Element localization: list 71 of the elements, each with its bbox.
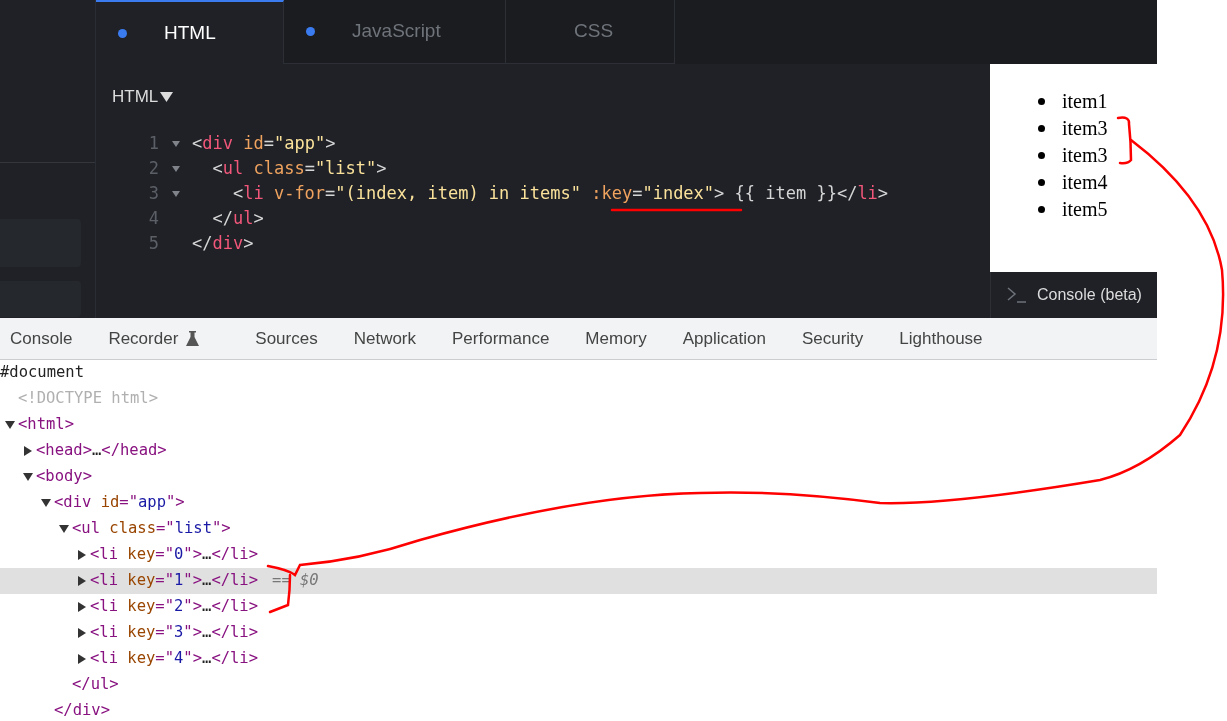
code-line: <li v-for="(index, item) in items" :key="index"> {{ item }}</li> [231, 182, 889, 206]
dom-root-text: #document [0, 362, 84, 384]
line-number: 3 [147, 182, 159, 206]
devtools-tab[interactable]: Lighthouse [881, 325, 1001, 352]
devtools-tab[interactable]: Memory [567, 325, 665, 352]
dom-node-text: <li key="2">…</li> [90, 596, 259, 618]
expanded-arrow-icon[interactable] [59, 524, 69, 534]
expanded-arrow-icon[interactable] [41, 498, 51, 508]
dom-node-text: <li key="1">…</li> [90, 570, 259, 592]
line-number: 4 [147, 207, 159, 231]
bullet-icon [1038, 125, 1045, 132]
fold-arrow-icon[interactable] [171, 141, 180, 147]
dom-node-text: <html> [18, 414, 74, 436]
dom-node-row[interactable]: <li key="4">…</li> [0, 646, 1157, 672]
fold-arrow-icon[interactable] [171, 166, 180, 172]
dom-closing-tag: </div> [54, 699, 110, 721]
line-number: 1 [147, 132, 159, 156]
flask-icon [186, 331, 200, 346]
bullet-icon [1038, 179, 1045, 186]
code-line: <ul class="list"> [211, 157, 387, 181]
line-number: 2 [147, 157, 159, 181]
devtools-tab[interactable]: Security [783, 325, 882, 352]
code-line: <div id="app"> [192, 132, 336, 156]
language-dropdown[interactable]: HTML [112, 84, 174, 110]
editor-tab[interactable]: HTML [96, 0, 284, 64]
collapsed-arrow-icon[interactable] [23, 446, 33, 456]
terminal-icon [1007, 287, 1027, 303]
dom-node-row[interactable]: <li key="3">…</li> [0, 620, 1157, 646]
dom-node-row[interactable]: <li key="2">…</li> [0, 594, 1157, 620]
list-item-text: item1 [1062, 89, 1108, 114]
dom-node-row[interactable]: <ul class="list"> [0, 516, 1157, 542]
dom-node-text: <!DOCTYPE html> [18, 388, 158, 410]
dropdown-caret-icon [160, 91, 174, 102]
devtools-tab[interactable]: Application [664, 325, 784, 352]
expanded-arrow-icon[interactable] [5, 420, 15, 430]
dom-node-row[interactable]: <html> [0, 412, 1157, 438]
dom-node-text: <body> [36, 466, 92, 488]
list-item-text: item3 [1062, 143, 1108, 168]
list-item-text: item4 [1062, 170, 1108, 195]
devtools-tab[interactable]: Sources [237, 325, 336, 352]
dom-node-row[interactable]: <head>…</head> [0, 438, 1157, 464]
bullet-icon [1038, 152, 1045, 159]
dom-node-row[interactable]: <div id="app"> [0, 490, 1157, 516]
bullet-icon [1038, 206, 1045, 213]
code-line: </ul> [211, 207, 264, 231]
devtools-tab[interactable]: Performance [434, 325, 568, 352]
bullet-icon [1038, 98, 1045, 105]
devtools-tab[interactable]: Recorder [90, 325, 218, 352]
dom-node-row[interactable]: <body> [0, 464, 1157, 490]
dom-node-text: <li key="3">…</li> [90, 622, 259, 644]
devtools-tab[interactable]: Network [335, 325, 435, 352]
dom-node-text: <li key="4">…</li> [90, 648, 259, 670]
fold-arrow-icon[interactable] [171, 191, 180, 197]
dom-node-text: <li key="0">…</li> [90, 544, 259, 566]
collapsed-arrow-icon[interactable] [77, 628, 87, 638]
expanded-arrow-icon[interactable] [23, 472, 33, 482]
collapsed-arrow-icon[interactable] [77, 576, 87, 586]
collapsed-arrow-icon[interactable] [77, 602, 87, 612]
collapsed-arrow-icon[interactable] [77, 654, 87, 664]
dom-node-row[interactable]: <li key="0">…</li> [0, 542, 1157, 568]
console-button[interactable]: Console (beta) [990, 272, 1157, 318]
list-item-text: item3 [1062, 116, 1108, 141]
dom-node-text: <ul class="list"> [72, 518, 231, 540]
dom-closing-tag: </ul> [72, 673, 119, 697]
code-line: </div> [192, 232, 254, 256]
dom-node-text: <head>…</head> [36, 440, 167, 462]
devtools-tab[interactable]: Console [0, 325, 91, 352]
collapsed-arrow-icon[interactable] [77, 550, 87, 560]
line-number: 5 [147, 232, 159, 256]
list-item-text: item5 [1062, 197, 1108, 222]
dom-node-text: <div id="app"> [54, 492, 185, 514]
